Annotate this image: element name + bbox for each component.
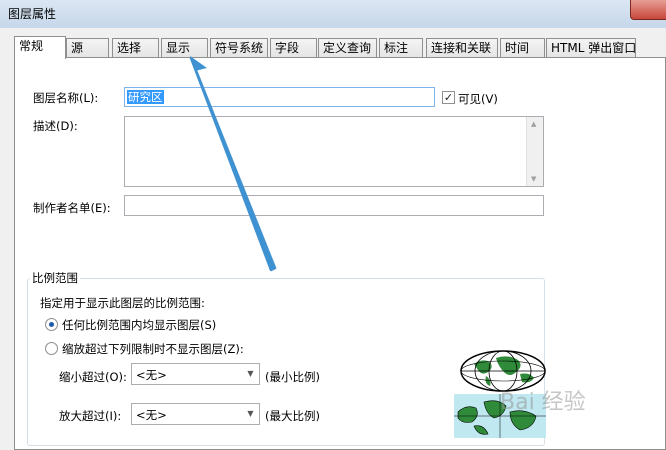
scale-range-instruction: 指定用于显示此图层的比例范围: — [40, 296, 205, 310]
tab-time[interactable]: 时间 — [500, 38, 545, 58]
description-textarea[interactable]: ▲ ▼ — [124, 116, 544, 187]
window-title: 图层属性 — [8, 7, 57, 21]
tab-source[interactable]: 源 — [66, 38, 109, 58]
in-beyond-combobox[interactable]: <无> ▼ — [131, 403, 260, 425]
credits-input[interactable] — [124, 195, 544, 216]
radio-limit-scale[interactable] — [45, 342, 58, 355]
visible-label: 可见(V) — [458, 92, 498, 106]
tab-joins-relates[interactable]: 连接和关联 — [426, 38, 498, 58]
credits-label: 制作者名单(E): — [33, 201, 111, 215]
radio-limit-scale-label: 缩放超过下列限制时不显示图层(Z): — [62, 342, 244, 356]
layer-name-value: 研究区 — [127, 90, 164, 104]
visible-checkbox[interactable]: ✓ — [442, 91, 455, 104]
chevron-down-icon[interactable]: ▼ — [242, 404, 259, 424]
scroll-down-icon[interactable]: ▼ — [531, 175, 536, 183]
in-beyond-label: 放大超过(I): — [59, 409, 122, 423]
out-beyond-label: 缩小超过(O): — [59, 370, 127, 384]
description-label: 描述(D): — [33, 119, 78, 133]
out-beyond-combobox[interactable]: <无> ▼ — [131, 363, 260, 385]
title-bar: 图层属性 — [0, 0, 666, 28]
max-scale-label: (最大比例) — [265, 409, 320, 423]
tab-display[interactable]: 显示 — [161, 38, 208, 58]
radio-any-scale[interactable] — [45, 318, 58, 331]
tab-symbology[interactable]: 符号系统 — [210, 38, 268, 58]
tab-fields[interactable]: 字段 — [270, 38, 317, 58]
tab-labels[interactable]: 标注 — [379, 38, 423, 58]
out-beyond-value: <无> — [136, 368, 167, 382]
close-button[interactable] — [630, 0, 666, 20]
chevron-down-icon[interactable]: ▼ — [242, 364, 259, 384]
tab-selection[interactable]: 选择 — [112, 38, 159, 58]
scale-range-title: 比例范围 — [30, 270, 80, 286]
radio-any-scale-label: 任何比例范围内均显示图层(S) — [62, 318, 217, 332]
layer-name-label: 图层名称(L): — [33, 91, 99, 105]
tab-html-popup[interactable]: HTML 弹出窗口 — [546, 38, 636, 58]
min-scale-label: (最小比例) — [265, 370, 320, 384]
description-scrollbar[interactable]: ▲ ▼ — [526, 117, 543, 186]
watermark: Bai 经验 — [500, 390, 586, 415]
scroll-up-icon[interactable]: ▲ — [531, 120, 536, 128]
tab-general[interactable]: 常规 — [14, 36, 66, 59]
layer-name-input[interactable]: 研究区 — [124, 87, 435, 107]
tab-definition-query[interactable]: 定义查询 — [318, 38, 377, 58]
in-beyond-value: <无> — [136, 408, 167, 422]
